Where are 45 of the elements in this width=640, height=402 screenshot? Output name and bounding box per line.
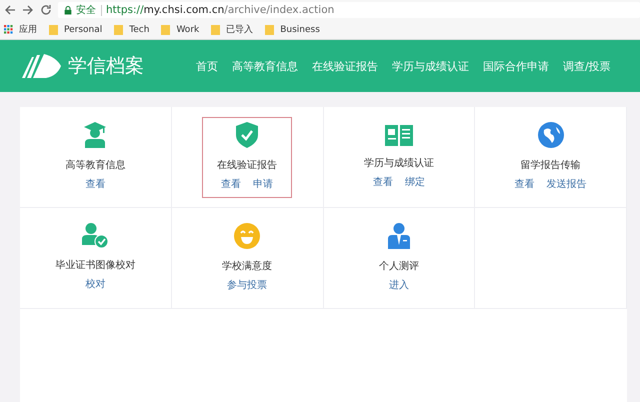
tile-title: 个人测评 (378, 260, 419, 272)
forward-icon[interactable] (22, 4, 34, 16)
tile-link[interactable]: 参与投票 (227, 278, 268, 292)
logo-icon (22, 54, 62, 78)
usercheck-icon (82, 223, 108, 248)
reload-icon[interactable] (40, 4, 52, 16)
tile-title: 留学报告传输 (520, 158, 581, 172)
bookmark[interactable]: 已导入 (211, 23, 254, 36)
person-icon (388, 222, 410, 248)
graduate-icon (84, 122, 106, 148)
globe-icon (538, 122, 564, 148)
address-bar[interactable]: 安全 https://my.chsi.com.cn/archive/index.action (58, 2, 640, 18)
tile-link[interactable]: 进入 (388, 278, 409, 292)
lock-icon (64, 6, 72, 14)
bookmark[interactable]: Work (161, 24, 200, 34)
tile-title: 在线验证报告 (217, 158, 278, 172)
apps-icon (4, 25, 13, 34)
tile-link[interactable]: 发送报告 (546, 176, 587, 190)
security-label: 安全 (76, 4, 102, 16)
smile-icon (234, 222, 260, 248)
folder-icon (161, 24, 170, 34)
bookmark[interactable]: 应用 (4, 23, 37, 36)
url-text: https://my.chsi.com.cn/archive/index.action (106, 4, 334, 16)
shield-icon (236, 122, 258, 148)
tile-title: 学历与成绩认证 (364, 156, 434, 170)
tile-link[interactable]: 查看 (514, 176, 535, 190)
logo-text: 学信档案 (68, 54, 144, 79)
tile-link[interactable]: 查看 (372, 174, 393, 188)
tile-link[interactable]: 查看 (85, 176, 106, 190)
bookmark[interactable]: Personal (49, 24, 102, 34)
book-icon (384, 124, 413, 146)
folder-icon (49, 24, 58, 34)
folder-icon (114, 24, 124, 34)
tile-link[interactable]: 绑定 (404, 174, 425, 188)
bookmark[interactable]: Tech (114, 24, 150, 34)
folder-icon (211, 24, 220, 34)
tile-title: 学校满意度 (222, 260, 272, 272)
folder-icon (265, 24, 274, 34)
bookmark[interactable]: Business (265, 24, 320, 34)
tile-link[interactable]: 校对 (85, 277, 106, 291)
tile-link[interactable]: 查看 (221, 176, 242, 190)
tile-title: 高等教育信息 (65, 158, 126, 172)
tile-link[interactable]: 申请 (253, 176, 274, 190)
tile-title: 毕业证书图像校对 (55, 258, 136, 272)
back-icon[interactable] (4, 4, 16, 16)
